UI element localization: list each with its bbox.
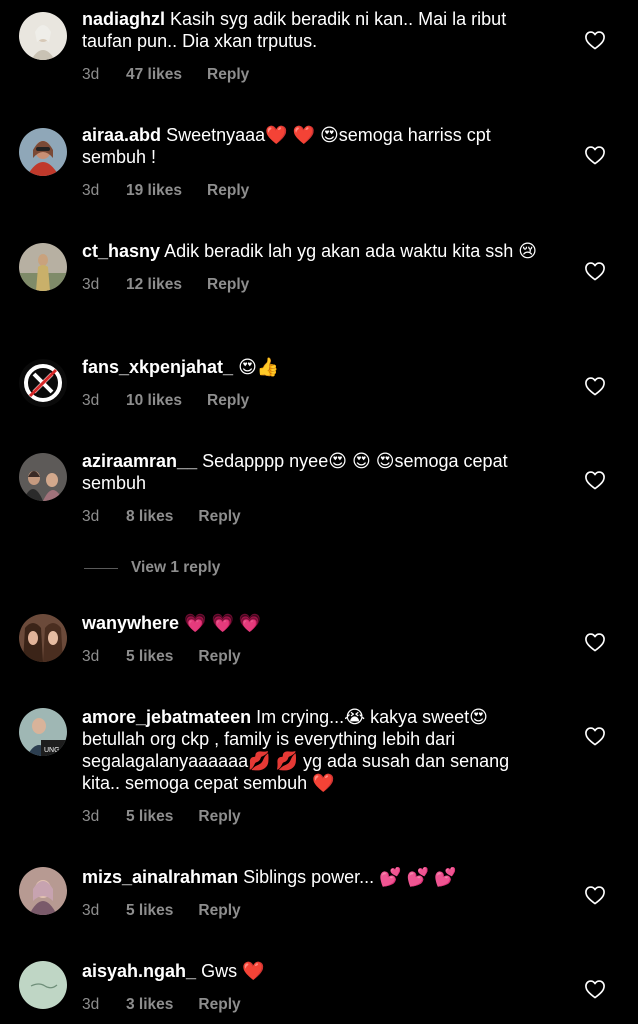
comment-username[interactable]: ct_hasny (82, 241, 160, 261)
heart-outline-icon[interactable] (584, 376, 606, 396)
comment-meta: 3d 10 likes Reply (82, 391, 552, 411)
comment-text: amore_jebatmateen Im crying...😭 kakya sw… (82, 706, 552, 794)
comment-likes[interactable]: 3 likes (126, 996, 173, 1014)
view-replies-divider (84, 567, 118, 569)
comment-likes[interactable]: 19 likes (126, 182, 182, 200)
reply-button[interactable]: Reply (198, 648, 240, 666)
comment-time: 3d (82, 508, 100, 525)
comment-meta: 3d 19 likes Reply (82, 181, 552, 201)
comment-username[interactable]: aisyah.ngah_ (82, 961, 196, 981)
comment-meta: 3d 5 likes Reply (82, 901, 552, 921)
reply-button[interactable]: Reply (198, 808, 240, 826)
comment-meta: 3d 47 likes Reply (82, 65, 552, 85)
comment-username[interactable]: amore_jebatmateen (82, 707, 251, 727)
comment-username[interactable]: nadiaghzl (82, 9, 165, 29)
comment-text: nadiaghzl Kasih syg adik beradik ni kan.… (82, 8, 552, 52)
comment-text: fans_xkpenjahat_ 😍👍 (82, 356, 552, 378)
comment-text: ct_hasny Adik beradik lah yg akan ada wa… (82, 240, 552, 262)
reply-button[interactable]: Reply (198, 996, 240, 1014)
comment-likes[interactable]: 5 likes (126, 648, 173, 666)
svg-text:UNG: UNG (44, 747, 60, 754)
comment-time: 3d (82, 996, 100, 1013)
avatar[interactable] (19, 961, 67, 1009)
heart-outline-icon[interactable] (584, 885, 606, 905)
comment-likes[interactable]: 5 likes (126, 808, 173, 826)
comment-username[interactable]: airaa.abd (82, 125, 161, 145)
comment-time: 3d (82, 648, 100, 665)
comment-body: 💗 💗 💗 (184, 613, 262, 633)
comment-time: 3d (82, 276, 100, 293)
comment-meta: 3d 3 likes Reply (82, 995, 552, 1015)
comment-time: 3d (82, 182, 100, 199)
comment-username[interactable]: wanywhere (82, 613, 179, 633)
comment-likes[interactable]: 12 likes (126, 276, 182, 294)
comment-body: Gws ❤️ (201, 961, 265, 981)
comment-username[interactable]: fans_xkpenjahat_ (82, 357, 233, 377)
comment-text: aisyah.ngah_ Gws ❤️ (82, 960, 552, 982)
avatar[interactable] (19, 867, 67, 915)
comment-meta: 3d 5 likes Reply (82, 647, 552, 667)
comment-body: 😍👍 (238, 357, 280, 377)
reply-button[interactable]: Reply (198, 902, 240, 920)
reply-button[interactable]: Reply (207, 276, 249, 294)
avatar[interactable] (19, 128, 67, 176)
avatar[interactable] (19, 12, 67, 60)
comment-meta: 3d 8 likes Reply (82, 507, 552, 527)
avatar[interactable] (19, 359, 67, 407)
avatar[interactable] (19, 614, 67, 662)
comment-text: aziraamran__ Sedapppp nyee😍 😍 😍semoga ce… (82, 450, 552, 494)
heart-outline-icon[interactable] (584, 261, 606, 281)
avatar[interactable]: UNG (19, 708, 67, 756)
comment-body: Adik beradik lah yg akan ada waktu kita … (164, 241, 538, 261)
heart-outline-icon[interactable] (584, 145, 606, 165)
reply-button[interactable]: Reply (207, 182, 249, 200)
comment-likes[interactable]: 8 likes (126, 508, 173, 526)
comment-likes[interactable]: 5 likes (126, 902, 173, 920)
heart-outline-icon[interactable] (584, 979, 606, 999)
comment-text: airaa.abd Sweetnyaaa❤️ ❤️ 😍semoga harris… (82, 124, 552, 168)
comment-text: mizs_ainalrahman Siblings power... 💕 💕 💕 (82, 866, 552, 888)
comment-meta: 3d 12 likes Reply (82, 275, 552, 295)
comment-meta: 3d 5 likes Reply (82, 807, 552, 827)
reply-button[interactable]: Reply (207, 66, 249, 84)
reply-button[interactable]: Reply (198, 508, 240, 526)
view-replies-button[interactable]: View 1 reply (84, 558, 220, 578)
comment-time: 3d (82, 392, 100, 409)
heart-outline-icon[interactable] (584, 30, 606, 50)
heart-outline-icon[interactable] (584, 632, 606, 652)
comment-body: Siblings power... 💕 💕 💕 (243, 867, 457, 887)
heart-outline-icon[interactable] (584, 470, 606, 490)
comment-time: 3d (82, 808, 100, 825)
reply-button[interactable]: Reply (207, 392, 249, 410)
avatar[interactable] (19, 243, 67, 291)
view-replies-label: View 1 reply (131, 559, 221, 576)
comment-username[interactable]: mizs_ainalrahman (82, 867, 238, 887)
comment-time: 3d (82, 66, 100, 83)
comment-likes[interactable]: 10 likes (126, 392, 182, 410)
heart-outline-icon[interactable] (584, 726, 606, 746)
comment-username[interactable]: aziraamran__ (82, 451, 197, 471)
comment-text: wanywhere 💗 💗 💗 (82, 612, 552, 634)
comment-time: 3d (82, 902, 100, 919)
comment-likes[interactable]: 47 likes (126, 66, 182, 84)
avatar[interactable] (19, 453, 67, 501)
